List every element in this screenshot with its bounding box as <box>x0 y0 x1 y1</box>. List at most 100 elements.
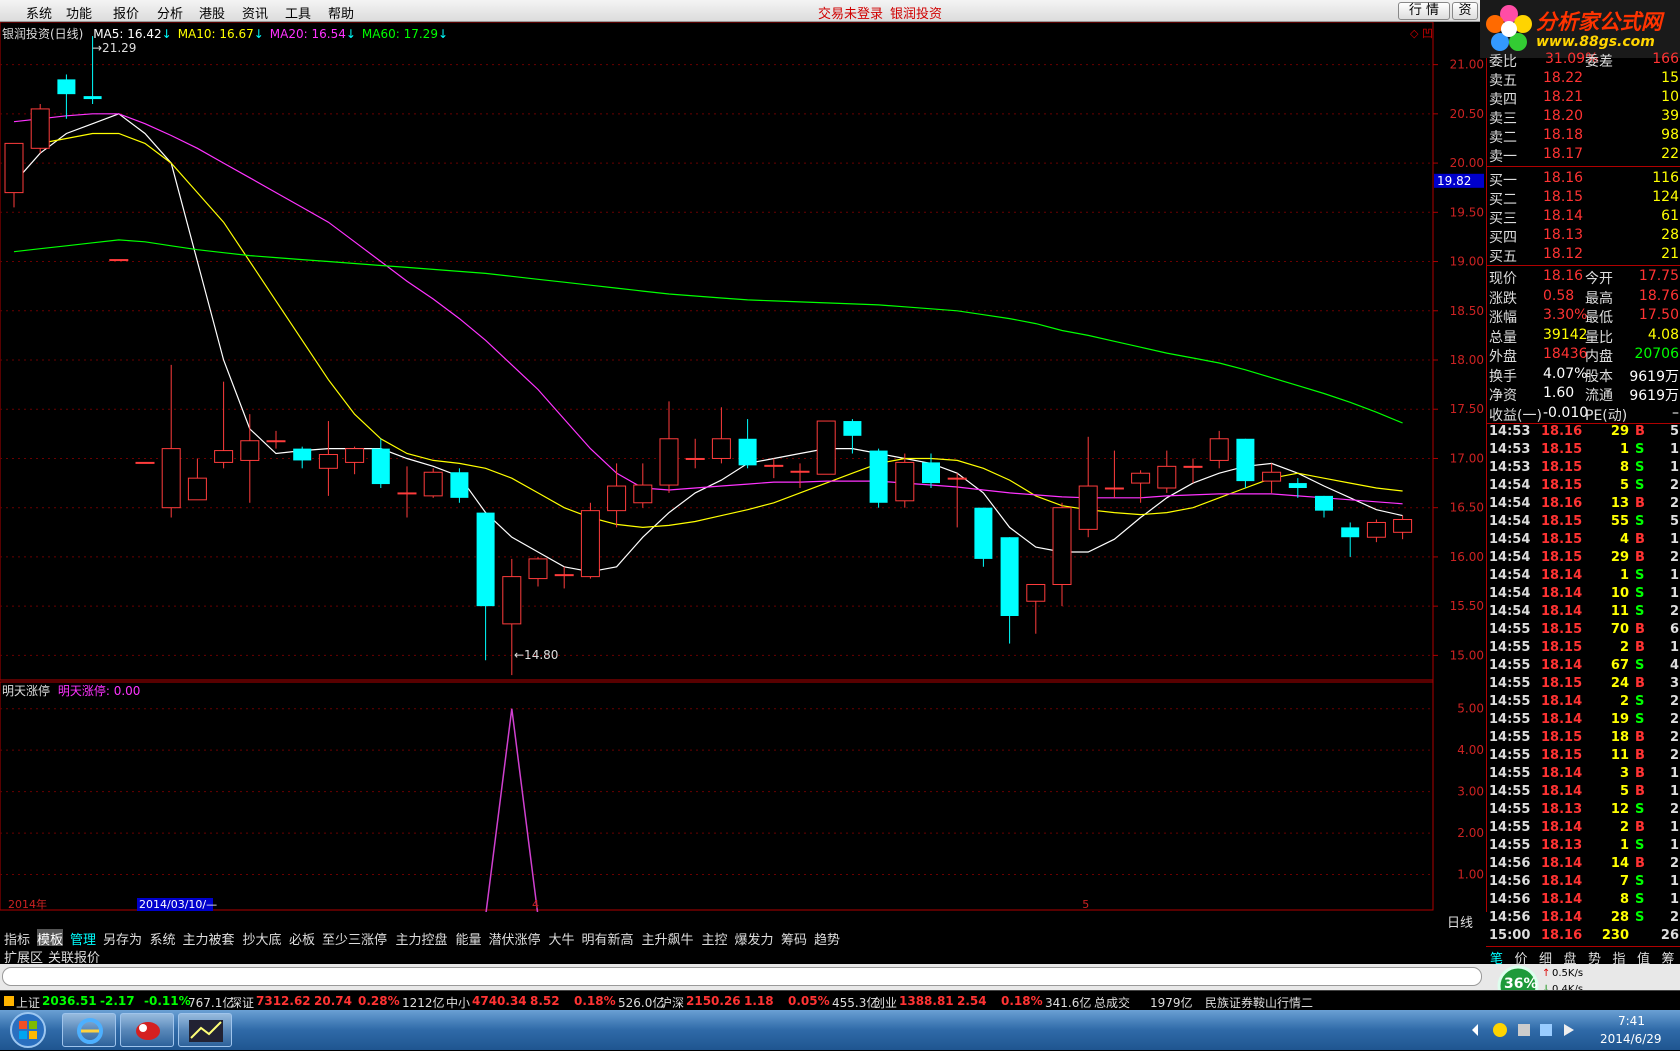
tick-side: S <box>1635 802 1645 817</box>
tick-price: 18.14 <box>1541 856 1583 871</box>
tick-side: S <box>1635 874 1645 889</box>
tick-row: 14:54 18.15 5 S 2 <box>1487 478 1680 496</box>
candle-body <box>974 507 993 559</box>
tick-volume: 28 <box>1610 910 1629 925</box>
taskbar-app-icon[interactable] <box>120 1013 174 1047</box>
buy-level-label: 买五 <box>1489 249 1517 265</box>
sell-volume: 39 <box>1661 108 1679 124</box>
candle-body <box>1078 485 1098 530</box>
y-tick-label: 19.00 <box>1450 255 1484 269</box>
tick-count: 2 <box>1669 910 1679 925</box>
menu-hk[interactable]: 港股 <box>199 3 225 22</box>
tick-count: 2 <box>1669 802 1679 817</box>
windows-taskbar: 7:41 2014/6/29 <box>0 1010 1680 1050</box>
ma-line-MA60 <box>13 239 1403 424</box>
menu-info[interactable]: 资讯 <box>242 3 268 22</box>
logo-url: www.88gs.com <box>1536 34 1655 50</box>
candle-body <box>1052 507 1072 585</box>
menu-system[interactable]: 系统 <box>26 3 52 22</box>
tick-row: 14:55 18.14 2 B 1 <box>1487 820 1680 838</box>
start-button-icon[interactable] <box>8 1010 48 1050</box>
tick-count: 26 <box>1660 928 1679 943</box>
info-button[interactable]: 资 <box>1452 2 1478 20</box>
candle-body <box>685 457 705 460</box>
sell-row: 卖一 18.17 22 <box>1487 146 1680 165</box>
command-input[interactable] <box>2 967 1482 986</box>
tick-price: 18.15 <box>1541 676 1583 691</box>
candle-body <box>502 576 522 625</box>
main-chart-frame <box>0 22 1434 681</box>
indicator-y-tick-label: 5.00 <box>1457 702 1484 716</box>
tick-side: B <box>1635 748 1645 763</box>
tick-count: 5 <box>1669 514 1679 529</box>
tick-time: 14:54 <box>1489 550 1531 565</box>
buy-price: 18.13 <box>1543 227 1584 243</box>
indicator-line <box>485 708 539 912</box>
taskbar-stock-app-icon[interactable] <box>178 1013 232 1047</box>
tick-row: 14:56 18.14 8 S 1 <box>1487 892 1680 910</box>
candle-body <box>423 471 443 497</box>
ma-line-MA20 <box>13 113 1403 505</box>
tick-volume: 11 <box>1610 748 1629 763</box>
tick-row: 14:54 18.16 13 B 2 <box>1487 496 1680 514</box>
candle-body <box>869 450 888 503</box>
broker-name: 民族证券鞍山行情二 <box>1205 996 1314 1010</box>
menu-quote[interactable]: 报价 <box>113 3 139 22</box>
tick-price: 18.14 <box>1541 658 1583 673</box>
tick-volume: 29 <box>1610 424 1629 439</box>
tick-side: S <box>1635 694 1645 709</box>
quote-panel: 委比 31.09% 委差 166 卖五 18.22 15 卖四 18.21 10 卖三 18.20 39… <box>1486 51 1680 943</box>
sell-row: 卖二 18.18 98 <box>1487 127 1680 146</box>
tick-price: 18.14 <box>1541 766 1583 781</box>
sell-price: 18.17 <box>1543 146 1584 162</box>
market-button[interactable]: 行 情 <box>1398 2 1450 20</box>
quote-label: 涨幅 <box>1489 310 1517 326</box>
x-axis-label: 4 <box>532 898 539 911</box>
menu-tools[interactable]: 工具 <box>285 3 311 22</box>
taskbar-ie-icon[interactable] <box>62 1013 116 1047</box>
index-value: 2150.26 <box>686 994 741 1008</box>
index-amount: 1212亿 <box>402 996 445 1010</box>
system-tray-icons[interactable] <box>1470 1020 1590 1040</box>
index-name: 上证 <box>16 996 41 1010</box>
tick-count: 4 <box>1669 658 1679 673</box>
tick-time: 15:00 <box>1489 928 1531 943</box>
chart-corner-icons[interactable]: ◇ 凹 <box>1410 25 1433 41</box>
tick-side: B <box>1635 784 1645 799</box>
menu-help[interactable]: 帮助 <box>328 3 354 22</box>
order-diff-value: 166 <box>1652 51 1679 67</box>
tick-count: 2 <box>1669 730 1679 745</box>
menu-function[interactable]: 功能 <box>66 3 92 22</box>
quote-value: – <box>1672 404 1679 421</box>
candle-body <box>345 448 365 463</box>
tick-count: 1 <box>1669 838 1679 853</box>
candle-body <box>790 470 810 473</box>
quote-info-row: 现价 18.16 今开 17.75 <box>1487 268 1680 287</box>
tick-volume: 10 <box>1610 586 1629 601</box>
menu-analysis[interactable]: 分析 <box>157 3 183 22</box>
y-tick-label: 15.00 <box>1450 648 1484 662</box>
tick-side: S <box>1635 586 1645 601</box>
tick-side: S <box>1635 910 1645 925</box>
tick-count: 2 <box>1669 694 1679 709</box>
chart-area[interactable]: 21.00 20.50 20.00 19.50 19.00 18.50 18.00 17.50… <box>0 22 1486 912</box>
indicator-y-tick-label: 2.00 <box>1457 826 1484 840</box>
quote-value: 4.08 <box>1647 326 1679 343</box>
tick-price: 18.14 <box>1541 892 1583 907</box>
tick-side: B <box>1635 550 1645 565</box>
tick-time: 14:53 <box>1489 460 1531 475</box>
candle-body <box>187 477 207 501</box>
candle-body <box>214 450 234 463</box>
index-change: -2.17 <box>100 994 135 1008</box>
candle-body <box>843 421 862 436</box>
tick-price: 18.15 <box>1541 460 1583 475</box>
tick-count: 1 <box>1669 820 1679 835</box>
tick-price: 18.13 <box>1541 802 1583 817</box>
tick-volume: 8 <box>1619 460 1629 475</box>
tick-row: 14:56 18.14 14 B 2 <box>1487 856 1680 874</box>
sell-price: 18.20 <box>1543 108 1584 124</box>
sell-price: 18.22 <box>1543 70 1584 86</box>
sell-price: 18.18 <box>1543 127 1584 143</box>
clock-date: 2014/6/29 <box>1600 1032 1662 1046</box>
tick-row: 14:55 18.13 12 S 2 <box>1487 802 1680 820</box>
